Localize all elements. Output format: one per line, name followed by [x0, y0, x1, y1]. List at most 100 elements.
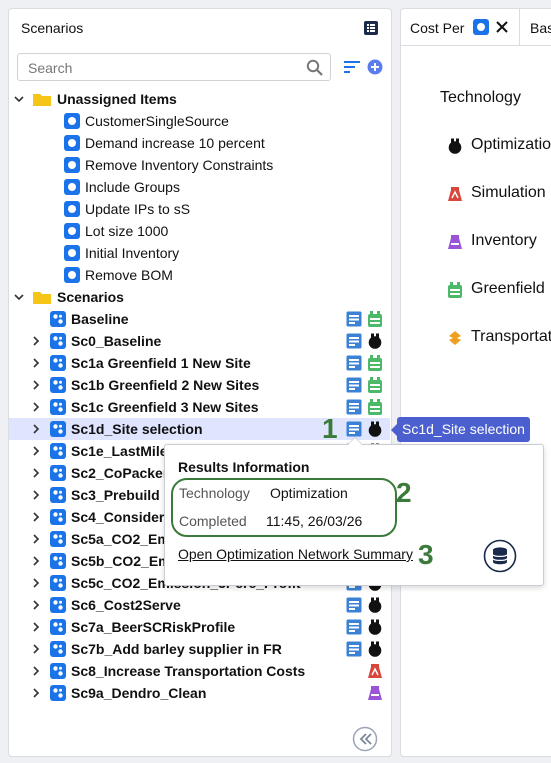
search-input[interactable]: [26, 59, 300, 77]
unassigned-item[interactable]: Lot size 1000: [9, 220, 390, 242]
chevron-right-icon[interactable]: [31, 490, 41, 500]
legend-item-label: Optimization: [471, 136, 551, 153]
collapse-panel-button[interactable]: [352, 726, 378, 752]
scenario-row[interactable]: Sc1b Greenfield 2 New Sites: [9, 374, 390, 396]
callout-3: 3: [418, 539, 434, 570]
tree-item-label: Scenarios: [57, 289, 124, 305]
scenario-icon: [50, 641, 66, 657]
tab-cost-per[interactable]: Cost Per: [401, 9, 520, 45]
optimization-icon[interactable]: [367, 333, 383, 349]
scenario-icon: [50, 377, 66, 393]
unassigned-item[interactable]: Remove BOM: [9, 264, 390, 286]
unassigned-item[interactable]: Include Groups: [9, 176, 390, 198]
list-menu-icon[interactable]: [363, 20, 379, 36]
search-icon[interactable]: [306, 59, 324, 77]
results-icon[interactable]: [346, 399, 362, 415]
chevron-right-icon[interactable]: [31, 380, 41, 390]
chevron-right-icon[interactable]: [31, 622, 41, 632]
simulation-icon[interactable]: [447, 186, 463, 202]
scenario-row[interactable]: Sc9a_Dendro_Clean: [9, 682, 390, 704]
group-scenarios[interactable]: Scenarios: [9, 286, 390, 308]
optimization-icon[interactable]: [367, 597, 383, 613]
scenario-row[interactable]: Baseline: [9, 308, 390, 330]
scenario-row[interactable]: Sc7b_Add barley supplier in FR: [9, 638, 390, 660]
greenfield-icon[interactable]: [367, 377, 383, 393]
chevron-right-icon[interactable]: [31, 644, 41, 654]
chevron-right-icon[interactable]: [31, 424, 41, 434]
chevron-right-icon[interactable]: [31, 468, 41, 478]
scenario-tooltip: Sc1d_Site selection: [391, 417, 530, 442]
tree-item-label: Sc7a_BeerSCRiskProfile: [71, 619, 236, 635]
greenfield-icon[interactable]: [447, 282, 463, 298]
tree-item-label: Unassigned Items: [57, 91, 177, 107]
optimization-icon[interactable]: [447, 138, 463, 154]
chevron-right-icon[interactable]: [31, 402, 41, 412]
chevron-down-icon[interactable]: [14, 94, 24, 104]
popup-title: Results Information: [178, 459, 310, 475]
greenfield-icon[interactable]: [367, 311, 383, 327]
results-icon[interactable]: [346, 421, 362, 437]
tree-item-label: Sc7b_Add barley supplier in FR: [71, 641, 282, 657]
scenario-item-icon: [64, 223, 80, 239]
unassigned-item[interactable]: Demand increase 10 percent: [9, 132, 390, 154]
chevron-down-icon[interactable]: [14, 292, 24, 302]
scenario-icon: [50, 531, 66, 547]
unassigned-item[interactable]: Remove Inventory Constraints: [9, 154, 390, 176]
close-tab-icon[interactable]: [496, 21, 508, 33]
results-icon[interactable]: [346, 619, 362, 635]
scenario-item-icon: [64, 135, 80, 151]
unassigned-item[interactable]: Update IPs to sS: [9, 198, 390, 220]
unassigned-item[interactable]: Initial Inventory: [9, 242, 390, 264]
group-unassigned-items[interactable]: Unassigned Items: [9, 88, 390, 110]
open-network-summary-link[interactable]: Open Optimization Network Summary: [178, 546, 413, 562]
search-box: [17, 53, 331, 81]
optimization-icon[interactable]: [367, 641, 383, 657]
chevron-right-icon[interactable]: [31, 358, 41, 368]
transportation-icon[interactable]: [447, 330, 463, 346]
add-scenario-icon[interactable]: [367, 59, 383, 75]
scenario-icon: [50, 465, 66, 481]
scenario-row[interactable]: Sc1a Greenfield 1 New Site: [9, 352, 390, 374]
tab-label: Cost Per: [410, 20, 465, 36]
optimization-icon[interactable]: [367, 421, 383, 437]
simulation-icon[interactable]: [367, 663, 383, 679]
scenario-icon: [50, 311, 66, 327]
legend-item-label: Transportation: [471, 328, 551, 345]
results-icon[interactable]: [346, 355, 362, 371]
chevron-right-icon[interactable]: [31, 688, 41, 698]
database-icon[interactable]: [483, 539, 517, 573]
chevron-right-icon[interactable]: [31, 336, 41, 346]
tree-item-label: Lot size 1000: [85, 223, 169, 239]
tree-item-label: Sc9a_Dendro_Clean: [71, 685, 207, 701]
sort-icon[interactable]: [343, 59, 361, 75]
chevron-right-icon[interactable]: [31, 534, 41, 544]
inventory-icon[interactable]: [367, 685, 383, 701]
chevron-right-icon[interactable]: [31, 446, 41, 456]
tree-item-label: Sc1b Greenfield 2 New Sites: [71, 377, 260, 393]
greenfield-icon[interactable]: [367, 399, 383, 415]
inventory-icon[interactable]: [447, 234, 463, 250]
scenario-icon: [473, 19, 489, 35]
chevron-right-icon[interactable]: [31, 666, 41, 676]
chevron-right-icon[interactable]: [31, 578, 41, 588]
chevron-right-icon[interactable]: [31, 512, 41, 522]
chevron-right-icon[interactable]: [31, 556, 41, 566]
greenfield-icon[interactable]: [367, 355, 383, 371]
tree-item-label: Sc0_Baseline: [71, 333, 162, 349]
optimization-icon[interactable]: [367, 619, 383, 635]
chevron-right-icon[interactable]: [31, 600, 41, 610]
completed-label: Completed: [179, 513, 247, 529]
tab-bas[interactable]: Bas: [520, 9, 551, 45]
legend-item-label: Simulation: [471, 184, 546, 201]
scenario-row[interactable]: Sc6_Cost2Serve: [9, 594, 390, 616]
scenario-row[interactable]: Sc7a_BeerSCRiskProfile: [9, 616, 390, 638]
results-icon[interactable]: [346, 597, 362, 613]
results-icon[interactable]: [346, 311, 362, 327]
results-icon[interactable]: [346, 641, 362, 657]
tree-item-label: Initial Inventory: [85, 245, 180, 261]
scenario-row[interactable]: Sc0_Baseline: [9, 330, 390, 352]
unassigned-item[interactable]: CustomerSingleSource: [9, 110, 390, 132]
results-icon[interactable]: [346, 377, 362, 393]
scenario-row[interactable]: Sc8_Increase Transportation Costs: [9, 660, 390, 682]
results-icon[interactable]: [346, 333, 362, 349]
